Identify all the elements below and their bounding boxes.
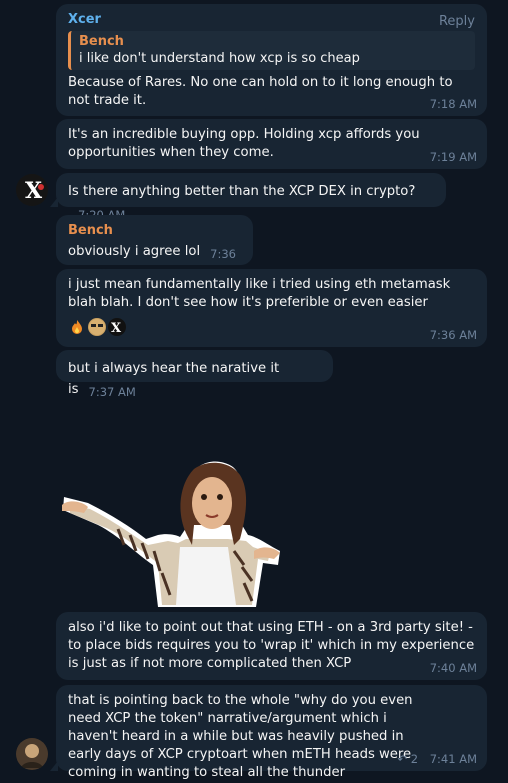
fire-emoji-icon[interactable] bbox=[68, 318, 86, 336]
svg-text:X: X bbox=[111, 321, 122, 336]
message-time: 7:41 AM bbox=[429, 752, 477, 766]
message-text: also i'd like to point out that using ET… bbox=[68, 620, 475, 671]
reply-button[interactable]: Reply bbox=[439, 14, 475, 29]
quoted-message[interactable]: Bench i like don't understand how xcp is… bbox=[68, 31, 475, 70]
sticker-image bbox=[62, 461, 280, 607]
reactions[interactable]: X bbox=[68, 318, 475, 336]
message-meta: ↶ 2 7:41 AM bbox=[397, 752, 477, 766]
svg-text:X: X bbox=[25, 178, 43, 204]
bubble-tail bbox=[50, 761, 58, 771]
bubble-tail bbox=[50, 197, 58, 207]
message-bubble[interactable]: Bench obviously i agree lol7:36 AM bbox=[56, 215, 253, 282]
sender-name[interactable]: Bench bbox=[68, 222, 241, 240]
message-text: Because of Rares. No one can hold on to … bbox=[68, 75, 453, 108]
sunglasses-emoji-icon[interactable] bbox=[88, 318, 106, 336]
sender-name[interactable]: Xcer bbox=[68, 11, 475, 29]
message-text: obviously i agree lol bbox=[68, 244, 201, 259]
message-bubble[interactable]: Is there anything better than the XCP DE… bbox=[50, 173, 446, 222]
message-time: 7:18 AM bbox=[429, 97, 477, 111]
message-time: 7:36 AM bbox=[429, 328, 477, 342]
quote-text: i like don't understand how xcp is so ch… bbox=[79, 51, 360, 66]
message-text: Is there anything better than the XCP DE… bbox=[68, 184, 416, 199]
message-bubble[interactable]: also i'd like to point out that using ET… bbox=[56, 612, 487, 680]
message-time: 7:19 AM bbox=[429, 150, 477, 164]
message-text: that is pointing back to the whole "why … bbox=[68, 693, 413, 780]
message-time: 7:40 AM bbox=[429, 661, 477, 675]
avatar[interactable]: X bbox=[16, 174, 48, 206]
message-text: It's an incredible buying opp. Holding x… bbox=[68, 127, 420, 160]
x-logo-icon: X bbox=[16, 174, 48, 206]
message-bubble[interactable]: Xcer Reply Bench i like don't understand… bbox=[56, 4, 487, 116]
message-text: i just mean fundamentally like i tried u… bbox=[68, 277, 451, 310]
reply-count[interactable]: 2 bbox=[411, 752, 418, 766]
quote-sender: Bench bbox=[79, 34, 124, 49]
reply-arrow-icon[interactable]: ↶ bbox=[397, 752, 407, 766]
x-logo-icon[interactable]: X bbox=[108, 318, 126, 336]
shrugging-woman-sticker[interactable] bbox=[58, 455, 280, 607]
user-photo-icon bbox=[16, 738, 48, 770]
avatar[interactable] bbox=[16, 738, 48, 770]
message-bubble[interactable]: but i always hear the narative it is 7:37… bbox=[56, 350, 333, 399]
message-bubble[interactable]: i just mean fundamentally like i tried u… bbox=[56, 269, 487, 347]
message-time: 7:37 AM bbox=[88, 385, 136, 399]
message-bubble[interactable]: that is pointing back to the whole "why … bbox=[50, 685, 487, 780]
message-bubble[interactable]: It's an incredible buying opp. Holding x… bbox=[56, 119, 487, 169]
